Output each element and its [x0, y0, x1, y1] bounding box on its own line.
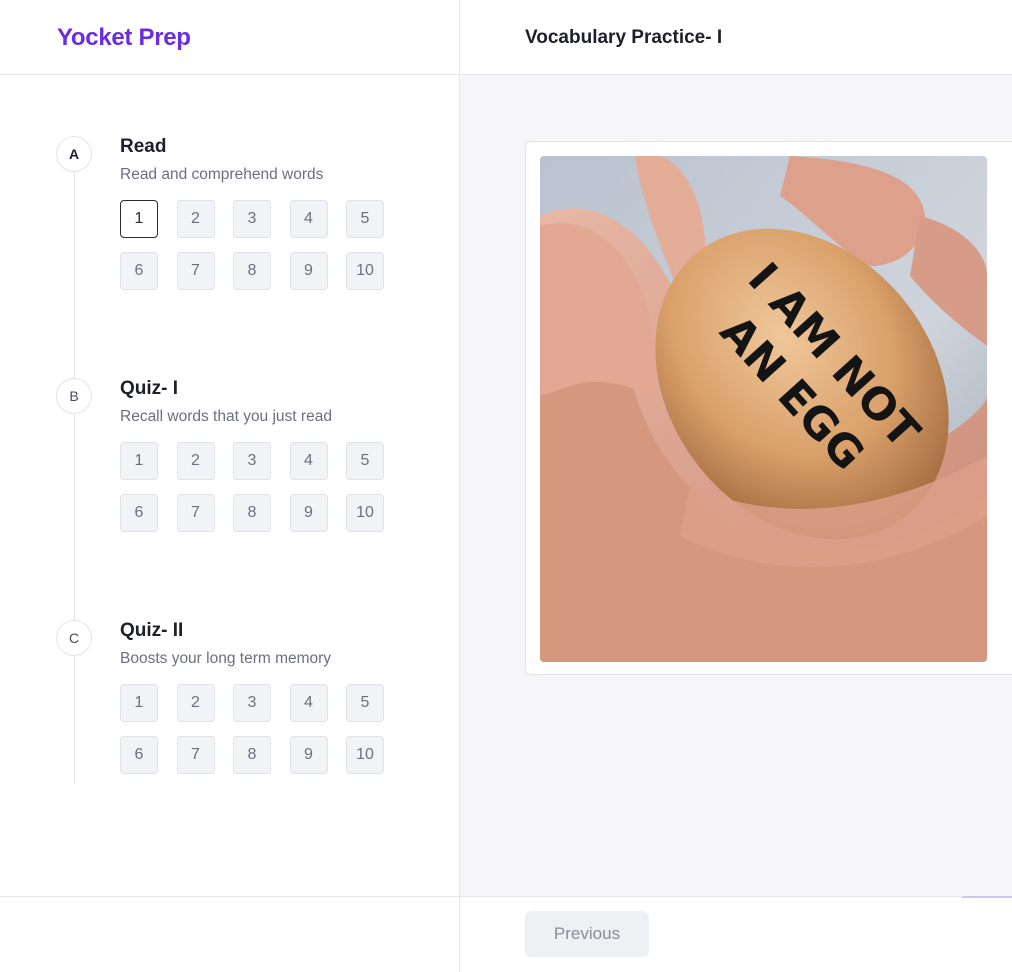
word-image: I AM NOT AN EGG [540, 156, 987, 662]
question-grid: 1 2 3 4 5 6 7 8 9 10 [120, 200, 390, 290]
question-button[interactable]: 10 [346, 494, 384, 532]
sidebar: Yocket Prep A Read Read and comprehend w… [0, 0, 460, 972]
question-grid: 1 2 3 4 5 6 7 8 9 10 [120, 684, 390, 774]
page-title: Vocabulary Practice- I [525, 27, 723, 48]
question-button[interactable]: 4 [289, 684, 328, 722]
egg-in-hand-illustration: I AM NOT AN EGG [540, 156, 987, 662]
question-button[interactable]: 6 [120, 494, 158, 532]
question-button[interactable]: 9 [289, 252, 328, 290]
question-button[interactable]: 7 [176, 494, 215, 532]
question-button[interactable]: 6 [120, 736, 158, 774]
section-title: Quiz- II [120, 620, 184, 641]
word-image-card: I AM NOT AN EGG [525, 141, 1012, 675]
section-subtitle: Boosts your long term memory [120, 650, 332, 667]
question-button[interactable]: 5 [346, 200, 384, 238]
question-button[interactable]: 7 [176, 736, 215, 774]
sidebar-footer [0, 896, 459, 972]
question-button[interactable]: 1 [120, 442, 158, 480]
step-marker-a: A [56, 136, 92, 172]
question-button[interactable]: 5 [346, 684, 384, 722]
question-button[interactable]: 10 [346, 252, 384, 290]
question-button[interactable]: 6 [120, 252, 158, 290]
step-marker-b: B [56, 378, 92, 414]
timeline-line [74, 170, 75, 784]
section-subtitle: Recall words that you just read [120, 408, 332, 425]
question-button[interactable]: 5 [346, 442, 384, 480]
question-button[interactable]: 10 [346, 736, 384, 774]
previous-button[interactable]: Previous [525, 911, 649, 957]
question-button[interactable]: 2 [176, 442, 215, 480]
question-button[interactable]: 9 [289, 494, 328, 532]
question-button[interactable]: 7 [176, 252, 215, 290]
progress-accent [962, 896, 1012, 898]
brand-logo[interactable]: Yocket Prep [57, 24, 191, 52]
question-button[interactable]: 3 [233, 684, 271, 722]
question-button[interactable]: 9 [289, 736, 328, 774]
main-content: Vocabulary Practice- I I AM NOT AN EGG P… [460, 0, 1012, 972]
question-button[interactable]: 3 [233, 442, 271, 480]
question-grid: 1 2 3 4 5 6 7 8 9 10 [120, 442, 390, 532]
question-button[interactable]: 1 [120, 200, 158, 238]
section-subtitle: Read and comprehend words [120, 166, 324, 183]
question-button[interactable]: 4 [289, 200, 328, 238]
question-button[interactable]: 3 [233, 200, 271, 238]
question-button[interactable]: 1 [120, 684, 158, 722]
main-header: Vocabulary Practice- I [460, 0, 1012, 75]
main-footer: Previous [460, 896, 1012, 972]
question-button[interactable]: 2 [176, 200, 215, 238]
question-button[interactable]: 2 [176, 684, 215, 722]
sidebar-header: Yocket Prep [0, 0, 459, 75]
section-title: Quiz- I [120, 378, 179, 399]
question-button[interactable]: 8 [233, 736, 271, 774]
question-button[interactable]: 8 [233, 494, 271, 532]
question-button[interactable]: 4 [289, 442, 328, 480]
section-title: Read [120, 136, 167, 157]
step-marker-c: C [56, 620, 92, 656]
question-button[interactable]: 8 [233, 252, 271, 290]
